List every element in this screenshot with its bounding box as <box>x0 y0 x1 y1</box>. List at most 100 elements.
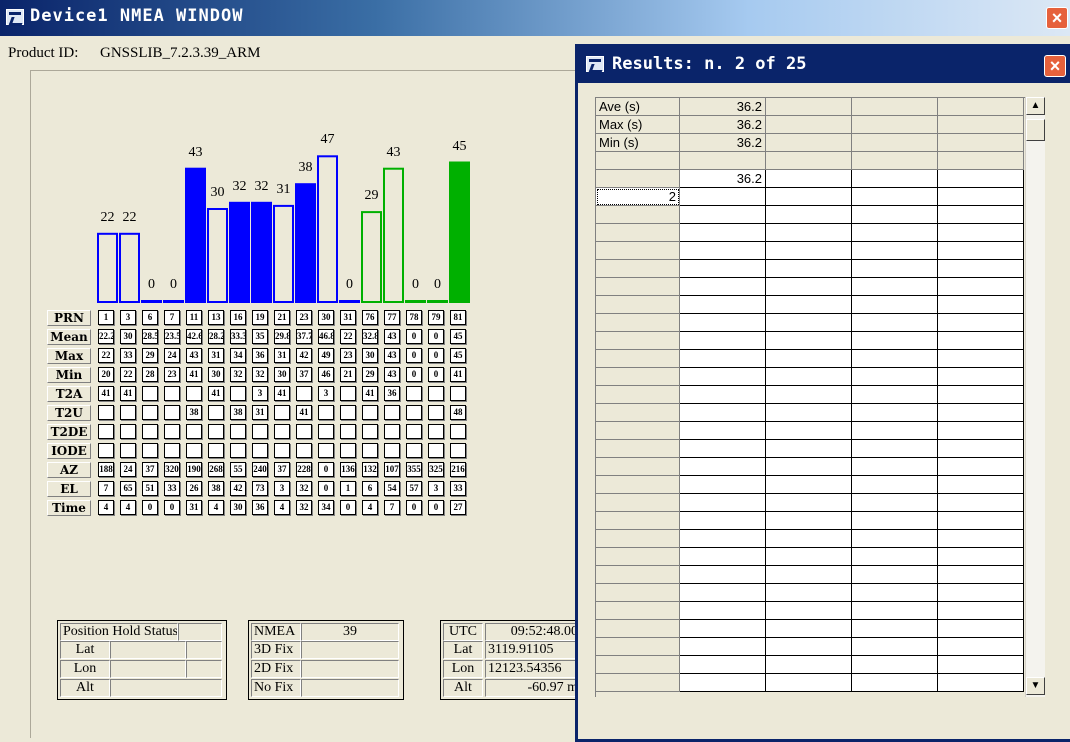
grid-cell[interactable] <box>680 242 766 260</box>
grid-cell[interactable] <box>680 584 766 602</box>
grid-cell[interactable] <box>938 566 1024 584</box>
grid-cell[interactable] <box>766 656 852 674</box>
scroll-up-button[interactable]: ▲ <box>1026 97 1045 115</box>
grid-cell[interactable] <box>852 548 938 566</box>
grid-cell[interactable] <box>852 494 938 512</box>
grid-cell[interactable] <box>766 188 852 206</box>
grid-cell[interactable] <box>938 386 1024 404</box>
summary-value[interactable]: 36.2 <box>680 170 766 188</box>
grid-cell[interactable] <box>766 116 852 134</box>
grid-cell[interactable] <box>852 152 938 170</box>
grid-cell[interactable] <box>938 530 1024 548</box>
grid-cell[interactable] <box>680 206 766 224</box>
grid-cell[interactable] <box>938 584 1024 602</box>
grid-cell[interactable] <box>680 314 766 332</box>
row-index-cell[interactable] <box>596 512 680 530</box>
grid-cell[interactable] <box>938 134 1024 152</box>
grid-cell[interactable] <box>766 260 852 278</box>
grid-cell[interactable] <box>938 206 1024 224</box>
grid-cell[interactable] <box>852 422 938 440</box>
grid-cell[interactable] <box>680 494 766 512</box>
grid-cell[interactable] <box>766 206 852 224</box>
grid-cell[interactable] <box>766 368 852 386</box>
grid-cell[interactable] <box>680 602 766 620</box>
grid-cell[interactable] <box>852 134 938 152</box>
row-index-cell[interactable] <box>596 152 680 170</box>
grid-cell[interactable] <box>680 224 766 242</box>
grid-cell[interactable] <box>766 296 852 314</box>
grid-cell[interactable] <box>938 674 1024 692</box>
row-index-cell[interactable] <box>596 656 680 674</box>
grid-cell[interactable] <box>852 170 938 188</box>
grid-cell[interactable] <box>766 350 852 368</box>
stat-label[interactable]: Min (s) <box>596 134 680 152</box>
grid-cell[interactable] <box>852 296 938 314</box>
row-index-cell[interactable] <box>596 548 680 566</box>
results-title-bar[interactable]: Results: n. 2 of 25 × <box>578 47 1070 83</box>
grid-cell[interactable] <box>680 332 766 350</box>
grid-cell[interactable] <box>766 440 852 458</box>
grid-cell[interactable] <box>852 350 938 368</box>
grid-cell[interactable] <box>852 584 938 602</box>
row-index-cell[interactable] <box>596 260 680 278</box>
grid-cell[interactable] <box>938 494 1024 512</box>
grid-cell[interactable] <box>766 404 852 422</box>
row-index-cell[interactable] <box>596 368 680 386</box>
grid-cell[interactable] <box>766 584 852 602</box>
grid-cell[interactable] <box>680 440 766 458</box>
grid-cell[interactable] <box>680 368 766 386</box>
grid-cell[interactable] <box>852 440 938 458</box>
grid-cell[interactable] <box>938 260 1024 278</box>
grid-cell[interactable] <box>852 98 938 116</box>
grid-cell[interactable] <box>766 386 852 404</box>
row-index-cell[interactable] <box>596 458 680 476</box>
grid-cell[interactable] <box>680 530 766 548</box>
grid-cell[interactable] <box>680 278 766 296</box>
row-index-cell[interactable] <box>596 404 680 422</box>
grid-cell[interactable] <box>766 242 852 260</box>
grid-cell[interactable] <box>680 350 766 368</box>
scroll-thumb[interactable] <box>1026 119 1045 141</box>
grid-cell[interactable] <box>680 566 766 584</box>
grid-cell[interactable] <box>852 386 938 404</box>
grid-cell[interactable] <box>680 386 766 404</box>
row-index-cell[interactable] <box>596 224 680 242</box>
row-index-cell[interactable] <box>596 350 680 368</box>
grid-cell[interactable] <box>852 188 938 206</box>
grid-cell[interactable] <box>938 188 1024 206</box>
grid-cell[interactable] <box>766 602 852 620</box>
grid-cell[interactable] <box>938 296 1024 314</box>
grid-cell[interactable] <box>852 602 938 620</box>
grid-cell[interactable] <box>766 278 852 296</box>
row-index-cell[interactable] <box>596 206 680 224</box>
grid-cell[interactable] <box>938 548 1024 566</box>
grid-cell[interactable] <box>766 134 852 152</box>
grid-cell[interactable] <box>766 458 852 476</box>
grid-cell[interactable] <box>766 548 852 566</box>
grid-cell[interactable] <box>938 512 1024 530</box>
grid-cell[interactable] <box>938 224 1024 242</box>
grid-cell[interactable] <box>938 314 1024 332</box>
grid-cell[interactable] <box>938 170 1024 188</box>
grid-cell[interactable] <box>852 530 938 548</box>
grid-cell[interactable] <box>938 458 1024 476</box>
row-index-cell[interactable] <box>596 584 680 602</box>
row-index-cell[interactable] <box>596 602 680 620</box>
grid-cell[interactable] <box>852 206 938 224</box>
grid-cell[interactable] <box>852 314 938 332</box>
grid-cell[interactable] <box>938 620 1024 638</box>
grid-cell[interactable] <box>680 422 766 440</box>
row-index-cell[interactable] <box>596 422 680 440</box>
grid-cell[interactable] <box>852 260 938 278</box>
grid-cell[interactable] <box>680 638 766 656</box>
grid-cell[interactable] <box>766 422 852 440</box>
grid-cell[interactable] <box>766 170 852 188</box>
grid-cell[interactable] <box>938 476 1024 494</box>
grid-cell[interactable] <box>938 638 1024 656</box>
row-index-cell[interactable] <box>596 530 680 548</box>
grid-cell[interactable] <box>766 314 852 332</box>
row-index-cell[interactable] <box>596 386 680 404</box>
grid-cell[interactable] <box>852 404 938 422</box>
grid-cell[interactable] <box>766 494 852 512</box>
results-close-button[interactable]: × <box>1044 55 1066 77</box>
